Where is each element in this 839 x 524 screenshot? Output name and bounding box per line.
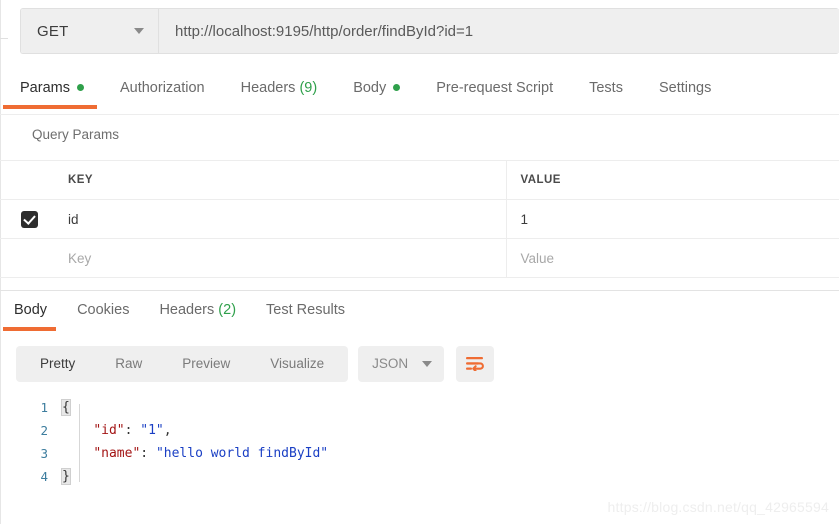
table-header-row: KEY VALUE xyxy=(0,160,839,200)
response-tab-body-label: Body xyxy=(14,302,48,318)
request-tabs-divider xyxy=(0,114,839,115)
request-tab-bar: Params Authorization Headers (9) Body Pr… xyxy=(3,80,839,114)
new-param-key-cell[interactable]: Key xyxy=(54,238,507,278)
response-format-select[interactable]: JSON xyxy=(358,346,445,382)
response-tab-body[interactable]: Body xyxy=(2,302,57,331)
code-content: "name": "hello world findById" xyxy=(62,446,328,461)
response-tab-headers-label: Headers xyxy=(159,302,215,318)
postman-request-response-view: GET http://localhost:9195/http/order/fin… xyxy=(0,0,839,524)
code-line: 3 "name": "hello world findById" xyxy=(16,442,839,465)
tab-params[interactable]: Params xyxy=(3,80,97,109)
chevron-down-icon xyxy=(422,361,433,367)
left-edge-nub xyxy=(0,38,8,39)
tab-body[interactable]: Body xyxy=(353,80,401,109)
header-cell-checkbox xyxy=(0,160,54,200)
tab-params-label: Params xyxy=(20,80,70,96)
response-tab-bar: Body Cookies Headers (2) Test Results xyxy=(2,302,375,334)
view-mode-preview[interactable]: Preview xyxy=(162,346,250,382)
body-modified-dot-icon xyxy=(393,84,401,91)
json-comma: , xyxy=(163,423,172,438)
query-params-table: KEY VALUE id 1 Key Value xyxy=(0,160,839,278)
json-brace-close: } xyxy=(61,468,71,485)
table-row: Key Value xyxy=(0,238,839,278)
json-key: "name" xyxy=(93,446,141,461)
view-mode-pretty[interactable]: Pretty xyxy=(20,346,95,382)
param-enabled-checkbox[interactable] xyxy=(21,210,38,228)
new-param-value-cell[interactable]: Value xyxy=(506,238,839,278)
json-string-value: "hello world findById" xyxy=(155,446,329,461)
response-tab-test-results[interactable]: Test Results xyxy=(266,302,345,331)
row-checkbox-cell xyxy=(0,199,54,239)
query-params-title: Query Params xyxy=(32,127,120,142)
response-tab-headers-count: (2) xyxy=(218,302,237,318)
tab-settings-label: Settings xyxy=(658,80,712,96)
request-url-input[interactable]: http://localhost:9195/http/order/findByI… xyxy=(159,9,839,53)
json-punct: : xyxy=(124,423,141,438)
param-value-cell[interactable]: 1 xyxy=(506,199,839,239)
request-response-splitter[interactable] xyxy=(0,290,839,291)
tab-settings[interactable]: Settings xyxy=(659,80,711,109)
column-header-value: VALUE xyxy=(506,160,839,200)
json-brace-open: { xyxy=(61,399,71,416)
code-line: 4 } xyxy=(16,465,839,488)
response-tab-headers[interactable]: Headers (2) xyxy=(159,302,236,331)
line-number: 3 xyxy=(40,446,48,461)
code-content: } xyxy=(61,468,71,485)
tab-headers[interactable]: Headers (9) xyxy=(241,80,318,109)
json-key: "id" xyxy=(93,423,125,438)
response-tab-test-results-label: Test Results xyxy=(266,302,346,318)
json-punct: : xyxy=(140,446,156,461)
param-key-cell[interactable]: id xyxy=(54,199,507,239)
tab-tests-label: Tests xyxy=(589,80,623,96)
response-view-mode-group: Pretty Raw Preview Visualize xyxy=(16,346,349,382)
line-number: 4 xyxy=(40,469,48,484)
tab-tests[interactable]: Tests xyxy=(589,80,623,109)
line-number: 2 xyxy=(40,423,48,438)
json-string-value: "1" xyxy=(140,423,164,438)
code-content: { xyxy=(61,399,71,416)
column-header-key: KEY xyxy=(54,160,507,200)
response-tab-cookies[interactable]: Cookies xyxy=(77,302,129,331)
code-line: 1 { xyxy=(16,396,839,419)
tab-pre-request-script[interactable]: Pre-request Script xyxy=(436,80,553,109)
param-value-input[interactable]: 1 xyxy=(507,212,839,227)
word-wrap-button[interactable] xyxy=(456,346,495,382)
view-mode-visualize[interactable]: Visualize xyxy=(250,346,344,382)
http-method-label: GET xyxy=(37,22,69,40)
new-row-checkbox-cell xyxy=(0,238,54,278)
params-modified-dot-icon xyxy=(76,84,84,91)
param-key-input[interactable]: id xyxy=(54,212,506,227)
watermark: https://blog.csdn.net/qq_42965594 xyxy=(607,499,829,515)
response-body-toolbar: Pretty Raw Preview Visualize JSON xyxy=(16,346,495,382)
tab-authorization[interactable]: Authorization xyxy=(120,80,205,109)
http-method-select[interactable]: GET xyxy=(21,9,159,53)
tab-headers-label: Headers xyxy=(240,80,296,96)
table-row: id 1 xyxy=(0,199,839,239)
code-line: 2 "id": "1", xyxy=(16,419,839,442)
chevron-down-icon xyxy=(134,28,144,34)
tab-headers-count: (9) xyxy=(299,80,318,96)
response-format-label: JSON xyxy=(372,356,409,371)
tab-authorization-label: Authorization xyxy=(119,80,205,96)
word-wrap-icon xyxy=(466,357,484,371)
request-url-bar: GET http://localhost:9195/http/order/fin… xyxy=(20,8,839,54)
tab-pre-request-script-label: Pre-request Script xyxy=(436,80,554,96)
line-number: 1 xyxy=(40,400,48,415)
tab-body-label: Body xyxy=(353,80,387,96)
new-param-value-input[interactable]: Value xyxy=(507,251,839,266)
response-tab-cookies-label: Cookies xyxy=(77,302,130,318)
new-param-key-input[interactable]: Key xyxy=(54,251,506,266)
view-mode-raw[interactable]: Raw xyxy=(95,346,162,382)
code-content: "id": "1", xyxy=(62,423,172,438)
